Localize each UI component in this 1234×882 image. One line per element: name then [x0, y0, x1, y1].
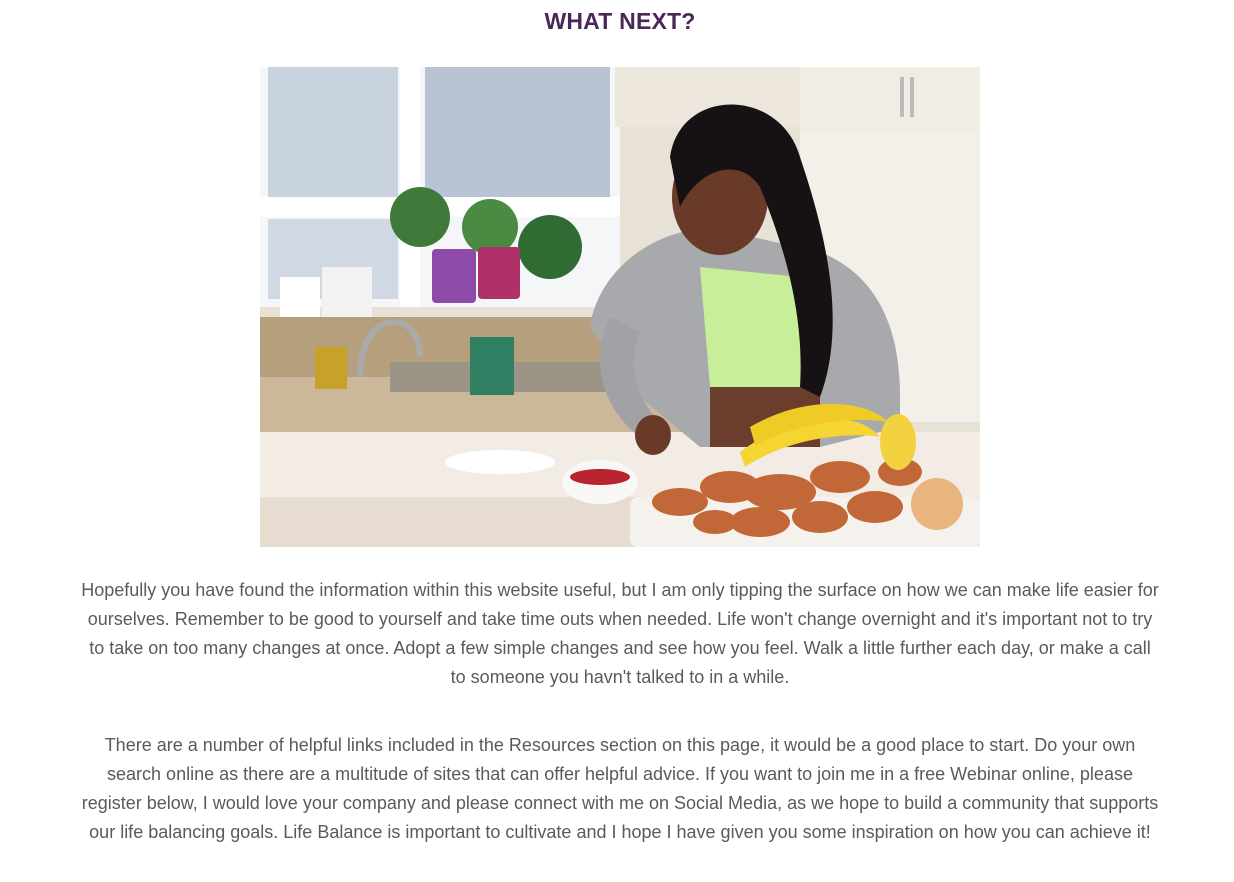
page: WHAT NEXT? Hopefully you have found the …: [0, 0, 1234, 882]
section-heading: WHAT NEXT?: [544, 8, 696, 34]
intro-paragraph: Hopefully you have found the information…: [81, 580, 1159, 687]
resources-paragraph: There are a number of helpful links incl…: [81, 735, 1159, 842]
kitchen-photo: [260, 67, 980, 547]
